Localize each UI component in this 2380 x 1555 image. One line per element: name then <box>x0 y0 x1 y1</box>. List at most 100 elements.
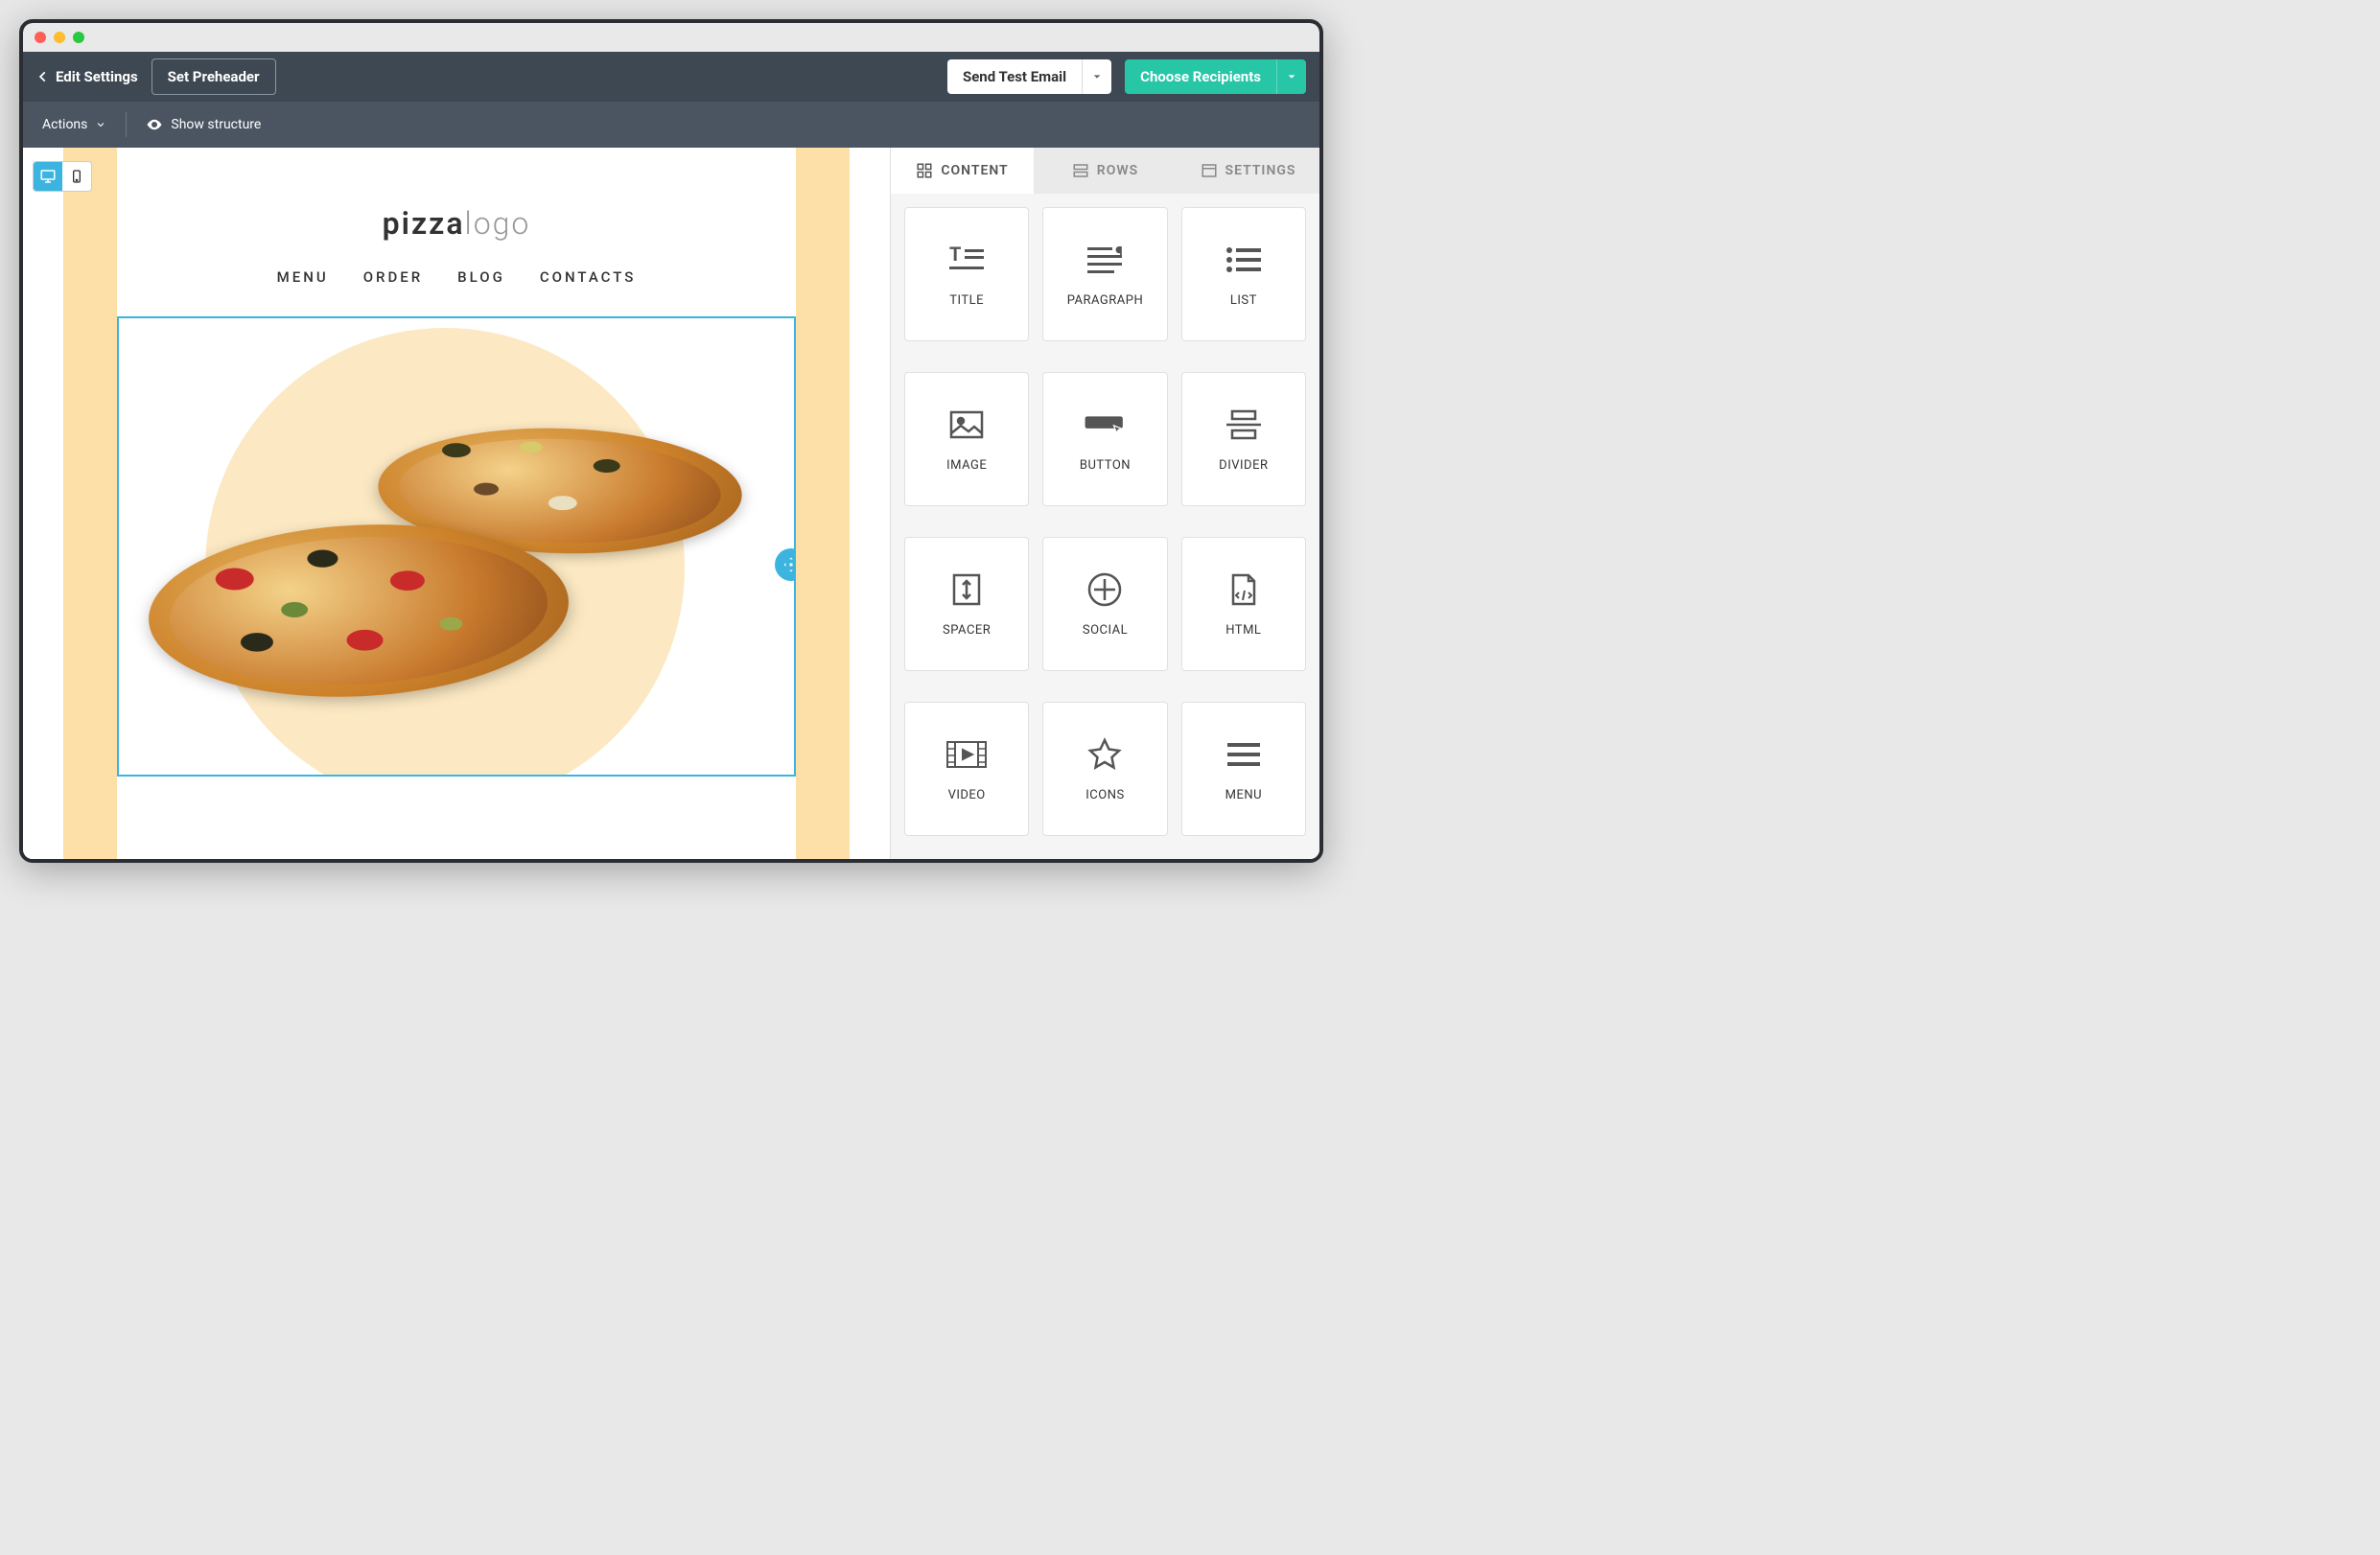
window-titlebar <box>23 23 1319 52</box>
block-paragraph-label: PARAGRAPH <box>1067 293 1144 308</box>
block-divider[interactable]: DIVIDER <box>1181 372 1306 506</box>
topping <box>305 548 339 569</box>
topping <box>344 628 385 652</box>
desktop-view-button[interactable] <box>34 162 62 191</box>
selected-image-block[interactable] <box>117 316 796 777</box>
block-spacer[interactable]: SPACER <box>904 537 1029 671</box>
email-nav: MENU ORDER BLOG CONTACTS <box>117 268 796 286</box>
block-icons-label: ICONS <box>1085 788 1124 802</box>
logo-light: logo <box>465 205 531 242</box>
title-icon: T <box>945 242 988 278</box>
logo-bold: pizza <box>383 205 465 242</box>
grid-icon <box>916 162 933 179</box>
set-preheader-button[interactable]: Set Preheader <box>152 58 276 95</box>
caret-down-icon <box>1092 72 1102 81</box>
show-structure-toggle[interactable]: Show structure <box>146 116 261 133</box>
block-video-label: VIDEO <box>948 788 986 802</box>
block-button[interactable]: BUTTON <box>1042 372 1167 506</box>
move-icon <box>782 556 796 573</box>
choose-recipients-button[interactable]: Choose Recipients <box>1125 59 1276 94</box>
block-paragraph[interactable]: ¶ PARAGRAPH <box>1042 207 1167 341</box>
choose-recipients-dropdown[interactable] <box>1276 59 1306 94</box>
view-toggle <box>33 161 92 192</box>
preview-background-left <box>63 148 117 863</box>
block-title[interactable]: T TITLE <box>904 207 1029 341</box>
nav-order[interactable]: ORDER <box>363 268 423 286</box>
mobile-icon <box>69 169 84 184</box>
content-blocks-grid: T TITLE ¶ PARAGRAPH LIST IMAGE BUTT <box>891 194 1319 863</box>
paragraph-icon: ¶ <box>1084 242 1126 278</box>
side-panel: CONTENT ROWS SETTINGS T TITLE ¶ <box>890 148 1319 863</box>
block-video[interactable]: VIDEO <box>904 702 1029 836</box>
topping <box>473 482 500 496</box>
star-icon <box>1084 736 1126 773</box>
logo-text: pizzalogo <box>117 205 796 242</box>
topping <box>438 616 464 632</box>
tab-content[interactable]: CONTENT <box>891 148 1034 194</box>
editor-content: pizzalogo MENU ORDER BLOG CONTACTS <box>23 148 1319 863</box>
preview-background-right <box>796 148 850 863</box>
nav-contacts[interactable]: CONTACTS <box>540 268 637 286</box>
maximize-icon[interactable] <box>73 32 84 43</box>
block-image-label: IMAGE <box>946 458 987 473</box>
tab-settings-label: SETTINGS <box>1225 163 1296 178</box>
block-spacer-label: SPACER <box>943 623 991 638</box>
block-button-label: BUTTON <box>1080 458 1131 473</box>
block-list[interactable]: LIST <box>1181 207 1306 341</box>
separator <box>126 112 127 137</box>
top-toolbar: Edit Settings Set Preheader Send Test Em… <box>23 52 1319 102</box>
edit-settings-label: Edit Settings <box>56 68 138 85</box>
block-html[interactable]: HTML <box>1181 537 1306 671</box>
button-icon <box>1084 406 1126 443</box>
block-social[interactable]: SOCIAL <box>1042 537 1167 671</box>
html-icon <box>1223 571 1265 608</box>
app-window: Edit Settings Set Preheader Send Test Em… <box>19 19 1323 863</box>
edit-settings-link[interactable]: Edit Settings <box>36 68 138 85</box>
panel-tabs: CONTENT ROWS SETTINGS <box>891 148 1319 194</box>
block-menu[interactable]: MENU <box>1181 702 1306 836</box>
send-test-email-button[interactable]: Send Test Email <box>947 59 1082 94</box>
move-handle[interactable] <box>775 548 796 581</box>
send-test-dropdown[interactable] <box>1082 59 1111 94</box>
tab-rows[interactable]: ROWS <box>1034 148 1177 194</box>
block-html-label: HTML <box>1225 623 1261 638</box>
desktop-icon <box>39 168 57 185</box>
block-image[interactable]: IMAGE <box>904 372 1029 506</box>
minimize-icon[interactable] <box>54 32 65 43</box>
mobile-view-button[interactable] <box>62 162 91 191</box>
caret-down-icon <box>1287 72 1296 81</box>
block-divider-label: DIVIDER <box>1219 458 1268 473</box>
topping <box>279 601 310 618</box>
tab-rows-label: ROWS <box>1097 163 1138 178</box>
topping <box>548 496 579 511</box>
topping <box>519 441 544 453</box>
block-icons[interactable]: ICONS <box>1042 702 1167 836</box>
email-preview: pizzalogo MENU ORDER BLOG CONTACTS <box>63 148 850 863</box>
nav-menu[interactable]: MENU <box>277 268 329 286</box>
svg-text:T: T <box>949 244 961 266</box>
block-social-label: SOCIAL <box>1083 623 1128 638</box>
email-body[interactable]: pizzalogo MENU ORDER BLOG CONTACTS <box>117 157 796 777</box>
list-icon <box>1223 242 1265 278</box>
actions-dropdown[interactable]: Actions <box>42 117 106 132</box>
actions-label: Actions <box>42 117 87 132</box>
rows-icon <box>1072 162 1089 179</box>
block-menu-label: MENU <box>1225 788 1262 802</box>
svg-text:¶: ¶ <box>1115 244 1123 261</box>
tab-settings[interactable]: SETTINGS <box>1177 148 1319 194</box>
topping <box>441 443 473 458</box>
chevron-down-icon <box>95 119 106 130</box>
topping <box>213 567 256 592</box>
divider-icon <box>1223 406 1265 443</box>
topping <box>593 458 621 473</box>
nav-blog[interactable]: BLOG <box>457 268 505 286</box>
show-structure-label: Show structure <box>171 117 261 132</box>
image-icon <box>945 406 988 443</box>
settings-icon <box>1201 162 1218 179</box>
social-icon <box>1084 571 1126 608</box>
close-icon[interactable] <box>35 32 46 43</box>
tab-content-label: CONTENT <box>941 163 1008 178</box>
arrow-left-icon <box>36 70 50 83</box>
video-icon <box>945 736 988 773</box>
email-canvas[interactable]: pizzalogo MENU ORDER BLOG CONTACTS <box>23 148 890 863</box>
